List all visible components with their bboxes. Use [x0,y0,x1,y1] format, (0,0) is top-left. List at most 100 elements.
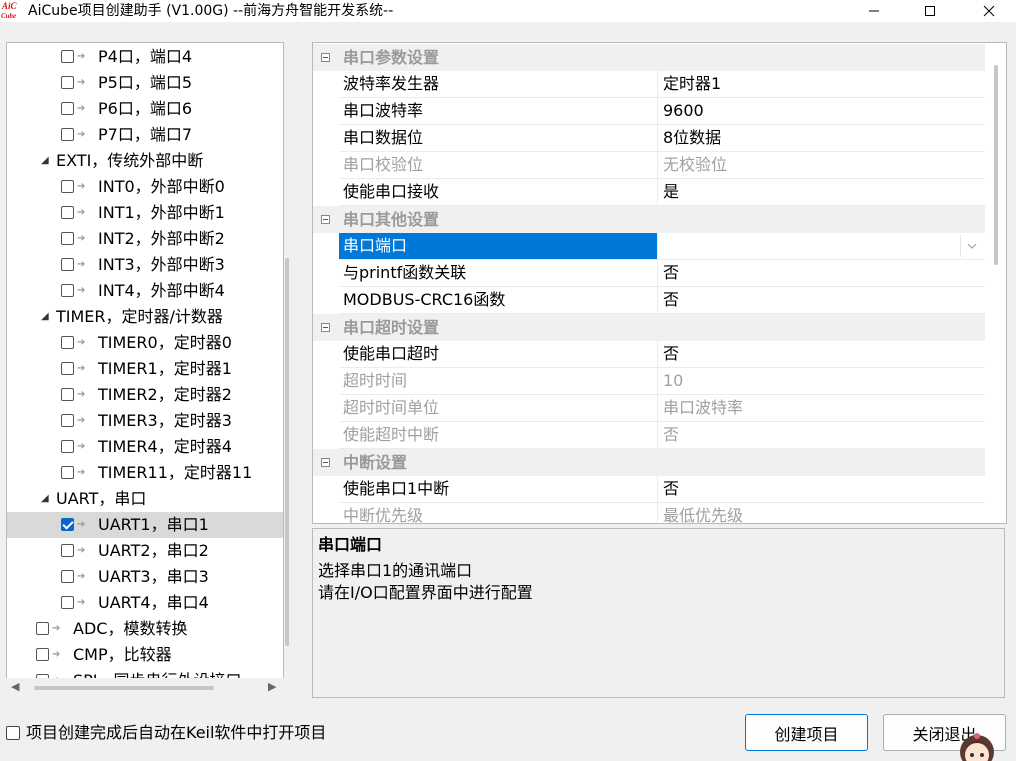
tree-item[interactable]: ➔ TIMER4，定时器4 [7,434,283,460]
tree-item-checkbox[interactable] [61,570,74,583]
tree-item[interactable]: ➔ ADC，模数转换 [7,616,283,642]
maximize-button[interactable] [907,0,953,22]
tree-item[interactable]: ➔ TIMER3，定时器3 [7,408,283,434]
tree-item[interactable]: ➔ TIMER11，定时器11 [7,460,283,486]
property-value[interactable]: 否 [659,341,985,367]
tree-item[interactable]: ➔ P4口，端口4 [7,44,283,70]
tree-item-checkbox[interactable] [61,466,74,479]
tree-item-checkbox[interactable] [61,50,74,63]
tree-item-checkbox[interactable] [61,414,74,427]
tree-item[interactable]: ➔ P6口，端口6 [7,96,283,122]
tree-item[interactable]: ➔ UART3，串口3 [7,564,283,590]
chevron-down-icon[interactable] [960,235,983,257]
description-title: 串口端口 [318,535,383,554]
property-value[interactable] [659,233,985,259]
expand-collapse-icon[interactable]: ◢ [41,486,49,512]
tree-item-label: P6口，端口6 [98,99,193,118]
property-row[interactable]: 串口端口 [339,233,985,260]
peripheral-tree[interactable]: ➔ P4口，端口4 ➔ P5口，端口5 ➔ P6口，端口6 ➔ P7口，端口7 ◢ EXTI，传统… [6,42,284,680]
close-window-button[interactable] [966,0,1012,22]
tree-item[interactable]: ➔ P7口，端口7 [7,122,283,148]
tree-item-checkbox[interactable] [61,596,74,609]
tree-item[interactable]: ➔ TIMER2，定时器2 [7,382,283,408]
tree-item[interactable]: ➔ P5口，端口5 [7,70,283,96]
tree-item-checkbox[interactable] [61,544,74,557]
tree-item-checkbox[interactable] [36,648,49,661]
property-row[interactable]: 使能串口1中断否 [339,476,985,503]
collapse-icon[interactable] [321,458,330,467]
tree-item[interactable]: ➔ UART1，串口1 [7,512,283,538]
tree-item[interactable]: ➔ TIMER1，定时器1 [7,356,283,382]
tree-horizontal-scrollbar-thumb[interactable] [34,686,214,690]
app-logo-icon: AiC Cube [1,1,18,20]
property-row[interactable]: MODBUS-CRC16函数否 [339,287,985,314]
property-grid[interactable]: 串口参数设置 波特率发生器 定时器1 串口波特率 9600 串口数据位 8位数据 串口校验位无… [312,42,1007,524]
tree-item-checkbox[interactable] [61,206,74,219]
property-row[interactable]: 与printf函数关联否 [339,260,985,287]
expand-collapse-icon[interactable]: ◢ [41,148,49,174]
tree-item-checkbox[interactable] [61,336,74,349]
tree-group-node[interactable]: ◢ TIMER，定时器/计数器 [7,304,283,330]
tree-horizontal-scrollbar[interactable]: ◀ ▶ [6,678,284,696]
property-category[interactable]: 串口超时设置 [313,314,985,341]
tree-vertical-scrollbar[interactable] [285,258,289,646]
tree-group-node[interactable]: ◢ EXTI，传统外部中断 [7,148,283,174]
window-title: AiCube项目创建助手 (V1.00G) --前海方舟智能开发系统-- [28,3,394,19]
property-name: 超时时间 [339,368,658,394]
collapse-icon[interactable] [321,53,330,62]
tree-item-checkbox[interactable] [61,102,74,115]
property-value[interactable]: 定时器1 [659,71,985,97]
tree-item[interactable]: ➔ CMP，比较器 [7,642,283,668]
tree-item-checkbox[interactable] [61,76,74,89]
property-row[interactable]: 串口波特率 9600 [339,98,985,125]
property-row[interactable]: 使能串口接收是 [339,179,985,206]
create-project-button[interactable]: 创建项目 [745,714,868,751]
property-value[interactable]: 9600 [659,98,985,124]
minimize-button[interactable] [851,0,897,22]
tree-item-checkbox[interactable] [61,128,74,141]
tree-item[interactable]: ➔ INT4，外部中断4 [7,278,283,304]
tree-item[interactable]: ➔ INT0，外部中断0 [7,174,283,200]
auto-open-keil-checkbox[interactable] [6,726,20,740]
property-row[interactable]: 波特率发生器 定时器1 [339,71,985,98]
collapse-icon[interactable] [321,215,330,224]
tree-item-checkbox[interactable] [61,362,74,375]
property-grid-scrollbar-thumb[interactable] [994,65,998,265]
property-category[interactable]: 中断设置 [313,449,985,476]
property-row[interactable]: 串口数据位 8位数据 [339,125,985,152]
tree-item-checkbox[interactable] [61,518,74,531]
tree-item-label: UART3，串口3 [98,567,209,586]
tree-item-checkbox[interactable] [61,284,74,297]
tree-item-checkbox[interactable] [61,258,74,271]
tree-item[interactable]: ➔ UART2，串口2 [7,538,283,564]
tree-item[interactable]: ➔ INT2，外部中断2 [7,226,283,252]
property-category[interactable]: 串口参数设置 [313,44,985,71]
property-value: 无校验位 [663,155,728,174]
property-category-label: 串口超时设置 [343,318,440,337]
tree-group-node[interactable]: ◢ UART，串口 [7,486,283,512]
tree-item-checkbox[interactable] [61,232,74,245]
tree-item[interactable]: ➔ TIMER0，定时器0 [7,330,283,356]
property-value[interactable]: 是 [659,179,985,205]
assistant-avatar-icon[interactable] [955,730,999,761]
tree-item[interactable]: ➔ UART4，串口4 [7,590,283,616]
tree-item-checkbox[interactable] [36,622,49,635]
tree-item-checkbox[interactable] [61,180,74,193]
property-row[interactable]: 使能串口超时否 [339,341,985,368]
property-category[interactable]: 串口其他设置 [313,206,985,233]
tree-item-checkbox[interactable] [61,440,74,453]
property-value[interactable]: 否 [659,287,985,313]
tree-item-checkbox[interactable] [61,388,74,401]
tree-item[interactable]: ➔ INT1，外部中断1 [7,200,283,226]
collapse-icon[interactable] [321,323,330,332]
scroll-right-icon[interactable]: ▶ [268,680,276,693]
property-value[interactable]: 8位数据 [659,125,985,151]
auto-open-keil-label[interactable]: 项目创建完成后自动在Keil软件中打开项目 [26,721,326,745]
tree-item-label: UART4，串口4 [98,593,209,612]
tree-item[interactable]: ➔ INT3，外部中断3 [7,252,283,278]
expand-collapse-icon[interactable]: ◢ [41,304,49,330]
property-value[interactable]: 否 [659,260,985,286]
property-value[interactable]: 否 [659,476,985,502]
property-name: MODBUS-CRC16函数 [339,287,658,313]
scroll-left-icon[interactable]: ◀ [11,680,19,693]
